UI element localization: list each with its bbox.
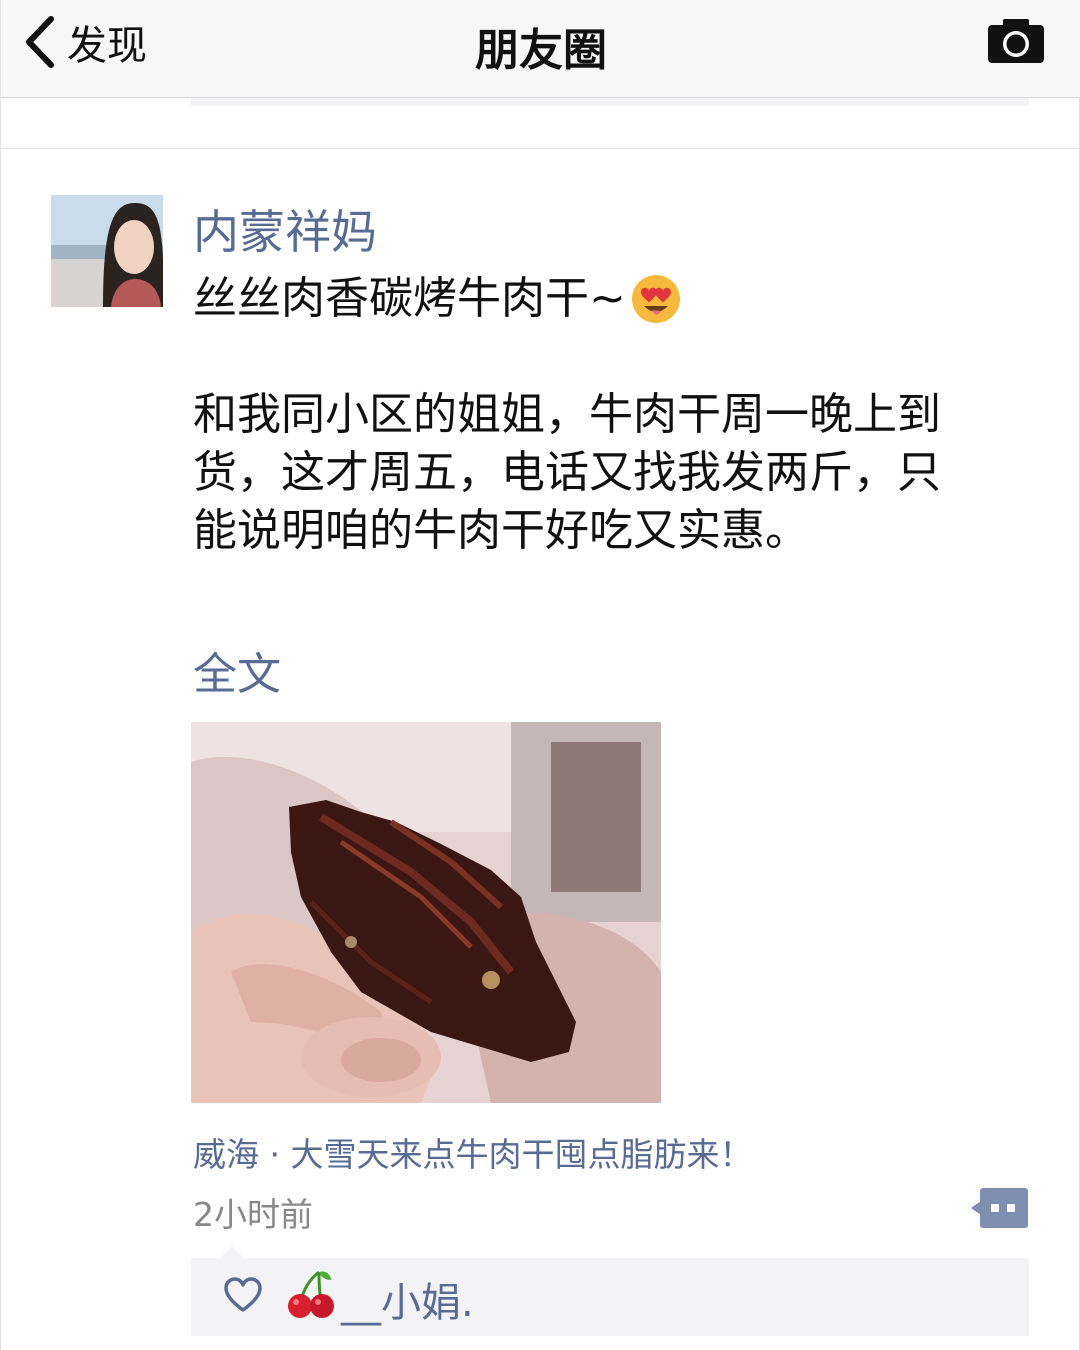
post-text-line: 能说明咱的牛肉干好吃又实惠。	[193, 505, 809, 556]
post-divider	[1, 148, 1080, 149]
comment-menu-icon[interactable]	[971, 1187, 1029, 1229]
post-text-line: 丝丝肉香碳烤牛肉干~	[193, 273, 626, 324]
full-text-link[interactable]: 全文	[193, 638, 281, 702]
moments-screen: 发现 朋友圈 内蒙祥妈 丝丝肉香碳烤牛肉干~ 和我同小区的姐姐，牛肉干周一晚上到…	[0, 0, 1080, 1350]
post-text-line: 和我同小区的姐姐，牛肉干周一晚上到	[193, 389, 941, 440]
cherry-emoji-icon	[288, 1270, 334, 1318]
page-title: 朋友圈	[475, 25, 607, 76]
heart-icon	[224, 1277, 262, 1312]
post-text: 丝丝肉香碳烤牛肉干~ 和我同小区的姐姐，牛肉干周一晚上到 货，这才周五，电话又找…	[193, 270, 1023, 560]
camera-icon[interactable]	[985, 16, 1047, 66]
location-link[interactable]: 威海 · 大雪天来点牛肉干囤点脂肪来！	[193, 1128, 752, 1176]
beef-jerky-photo	[191, 722, 661, 1103]
post-text-line: 货，这才周五，电话又找我发两斤，只	[193, 447, 941, 498]
navbar: 发现 朋友圈	[1, 0, 1080, 98]
avatar[interactable]	[51, 195, 163, 307]
post-photo[interactable]	[191, 722, 661, 1103]
liker-name[interactable]: __小娟.	[341, 1270, 474, 1328]
author-name[interactable]: 内蒙祥妈	[193, 196, 377, 262]
post-time: 2小时前	[193, 1195, 313, 1234]
previous-post-comment-area	[191, 98, 1029, 106]
avatar-photo	[51, 195, 163, 307]
heart-eyes-emoji-icon	[631, 275, 680, 323]
